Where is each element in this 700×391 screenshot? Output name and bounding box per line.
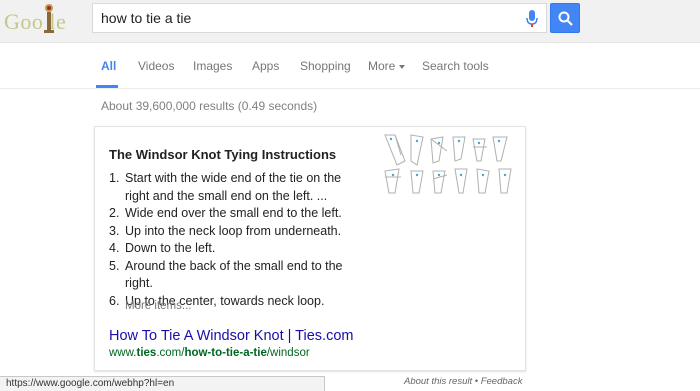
step-number: 4.	[109, 241, 120, 255]
more-items-link[interactable]: More items...	[125, 300, 191, 312]
tab-images[interactable]: Images	[193, 59, 232, 73]
about-result-feedback[interactable]: About this result • Feedback	[404, 376, 522, 387]
tab-search-tools[interactable]: Search tools	[422, 59, 489, 73]
result-url: www.ties.com/how-to-tie-a-tie/windsor	[109, 347, 310, 359]
top-bar: Goo le how to tie a tie	[0, 0, 700, 43]
step-number: 5.	[109, 258, 120, 273]
tab-shopping[interactable]: Shopping	[300, 59, 351, 73]
google-doodle-logo[interactable]: Goo le	[4, 4, 74, 36]
step-number: 1.	[109, 171, 120, 185]
step-text: Down to the left.	[125, 241, 216, 255]
step-text: Wide end over the small end to the left.	[125, 206, 342, 220]
step-text: Around the back of the small end to the …	[125, 258, 343, 291]
list-item: 4. Down to the left.	[109, 240, 371, 258]
featured-snippet-card: The Windsor Knot Tying Instructions 1. S…	[94, 126, 526, 371]
caret-down-icon	[399, 64, 406, 69]
list-item: 1. Start with the wide end of the tie on…	[109, 170, 371, 205]
step-number: 6.	[109, 293, 120, 308]
list-item: 3. Up into the neck loop from underneath…	[109, 223, 371, 241]
windsor-knot-diagram-image[interactable]	[381, 131, 521, 197]
list-item: 2. Wide end over the small end to the le…	[109, 205, 371, 223]
url-part: .com/	[156, 347, 185, 359]
search-input[interactable]: how to tie a tie	[101, 4, 191, 32]
status-bar-url: https://www.google.com/webhp?hl=en	[0, 376, 325, 391]
step-text: Up into the neck loop from underneath.	[125, 223, 342, 238]
search-box[interactable]: how to tie a tie	[92, 3, 547, 33]
snippet-title: The Windsor Knot Tying Instructions	[109, 147, 337, 162]
search-tabs: All Videos Images Apps Shopping More Sea…	[0, 43, 700, 89]
url-part: www.	[109, 347, 137, 359]
steps-list: 1. Start with the wide end of the tie on…	[109, 170, 371, 310]
step-text: Start with the wide end of the tie on th…	[125, 171, 342, 185]
search-button[interactable]	[550, 3, 580, 33]
list-item: 5. Around the back of the small end to t…	[109, 258, 371, 293]
tab-more[interactable]: More	[368, 59, 406, 73]
url-part: ties	[136, 347, 157, 359]
url-part: how-to-tie-a-tie	[184, 347, 267, 359]
microphone-icon[interactable]	[526, 10, 538, 28]
url-part: /windsor	[266, 347, 310, 359]
step-text: right and the small end on the left. ...	[125, 188, 328, 203]
doodle-figure-icon	[44, 4, 54, 33]
search-icon	[558, 11, 573, 26]
step-number: 2.	[109, 206, 120, 220]
tab-all[interactable]: All	[101, 59, 116, 73]
result-title-link[interactable]: How To Tie A Windsor Knot | Ties.com	[109, 328, 353, 344]
step-number: 3.	[109, 223, 120, 238]
tab-videos[interactable]: Videos	[138, 59, 174, 73]
active-tab-indicator	[96, 85, 118, 88]
tab-apps[interactable]: Apps	[252, 59, 279, 73]
result-stats: About 39,600,000 results (0.49 seconds)	[101, 99, 318, 113]
tab-more-label: More	[368, 59, 396, 73]
